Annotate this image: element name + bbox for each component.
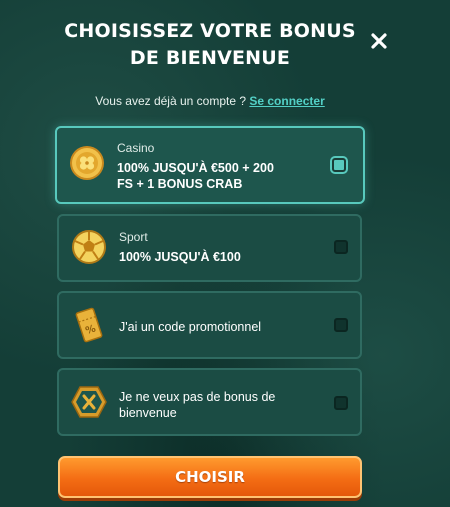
bonus-option-promo-code[interactable]: % J'ai un code promotionnel [57,291,362,359]
option-promo-code-label: J'ai un code promotionnel [119,320,262,334]
modal-title: CHOISISSEZ VOTRE BONUS DE BIENVENUE [40,18,380,72]
login-prompt-text: Vous avez déjà un compte ? [95,94,247,108]
promo-ticket-icon: % [70,306,108,344]
choose-button[interactable]: CHOISIR [58,456,362,498]
modal-title-line-2: DE BIENVENUE [129,47,291,69]
option-no-bonus-checkbox[interactable] [334,396,348,410]
close-icon[interactable] [368,30,390,52]
option-sport-label: Sport [119,230,148,244]
modal-title-line-1: CHOISISSEZ VOTRE BONUS [64,20,356,42]
no-bonus-icon [70,383,108,421]
option-casino-offer: 100% JUSQU'À €500 + 200 FS + 1 BONUS CRA… [117,160,274,192]
option-no-bonus-label-line-1: Je ne veux pas de bonus de [119,390,276,404]
bonus-option-sport[interactable]: Sport 100% JUSQU'À €100 [57,214,362,282]
login-link[interactable]: Se connecter [249,94,324,108]
option-casino-label: Casino [117,141,155,155]
option-casino-checkbox[interactable] [332,158,346,172]
option-casino-offer-line-1: 100% JUSQU'À €500 + 200 [117,161,274,175]
option-sport-offer: 100% JUSQU'À €100 [119,250,241,264]
login-prompt-row: Vous avez déjà un compte ? Se connecter [0,94,420,108]
bonus-option-casino[interactable]: Casino 100% JUSQU'À €500 + 200 FS + 1 BO… [55,126,365,204]
option-no-bonus-label-line-2: bienvenue [119,406,177,420]
option-sport-checkbox[interactable] [334,240,348,254]
option-casino-offer-line-2: FS + 1 BONUS CRAB [117,177,243,191]
soccer-ball-icon [70,228,108,266]
clover-coin-icon [68,144,106,182]
bonus-option-no-bonus[interactable]: Je ne veux pas de bonus de bienvenue [57,368,362,436]
option-no-bonus-label: Je ne veux pas de bonus de bienvenue [119,389,275,421]
option-promo-code-checkbox[interactable] [334,318,348,332]
